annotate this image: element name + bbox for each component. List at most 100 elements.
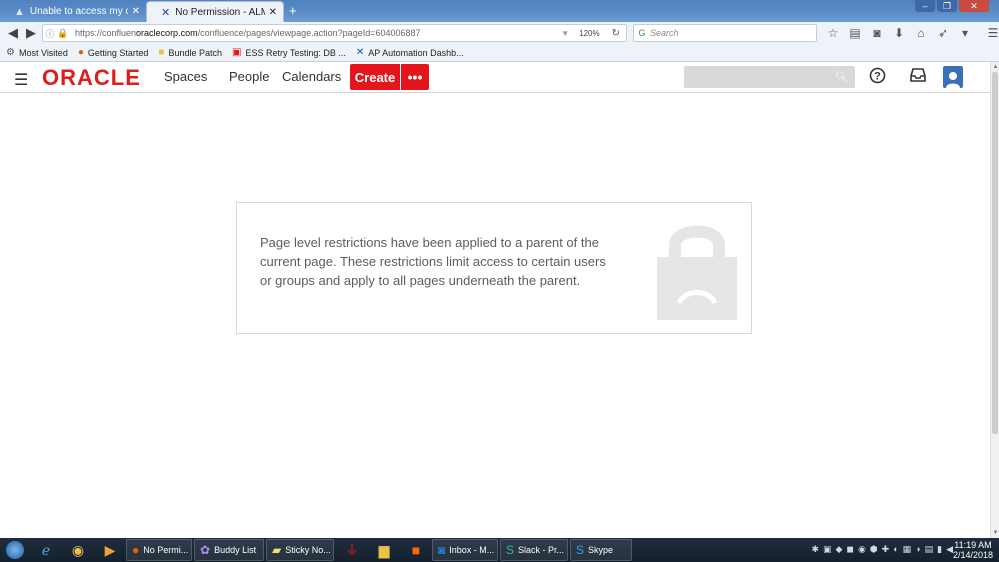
tray-icon[interactable]: ◑	[915, 544, 920, 555]
pocket-icon[interactable]: ◙	[866, 24, 888, 42]
minimize-button[interactable]: –	[915, 0, 935, 12]
tray-icon[interactable]: ◉	[858, 544, 866, 555]
tray-icon[interactable]: ▦	[903, 544, 912, 555]
padlock-icon	[657, 217, 737, 320]
taskbar-sticky-notes[interactable]: ▰ Sticky No...	[266, 539, 334, 561]
bookmarks-bar: ⚙ Most Visited ● Getting Started ■ Bundl…	[0, 44, 999, 62]
volume-icon[interactable]: ◀	[946, 544, 953, 555]
lock-icon[interactable]: 🔒	[57, 28, 69, 39]
taskbar-pidgin[interactable]: ✿ Buddy List	[194, 539, 264, 561]
bookmark-most-visited[interactable]: ⚙ Most Visited	[6, 47, 68, 58]
app-header: ☰ ORACLE Spaces People Calendars Create …	[0, 62, 990, 93]
firefox-icon: ●	[77, 47, 84, 58]
bookmark-star-icon[interactable]: ☆	[822, 24, 844, 42]
help-icon[interactable]: ?	[869, 67, 886, 88]
acrobat-icon[interactable]: ⏚	[336, 538, 368, 562]
reload-icon[interactable]: ↻	[606, 28, 626, 39]
home-icon[interactable]: ⌂	[910, 24, 932, 42]
clock-date: 2/14/2018	[952, 550, 993, 560]
scroll-up-arrow-icon[interactable]: ▲	[991, 62, 999, 72]
notifications-tray-icon[interactable]	[909, 67, 927, 87]
taskbar-firefox[interactable]: ● No Permi...	[126, 539, 192, 561]
nav-spaces[interactable]: Spaces	[164, 69, 207, 84]
info-icon[interactable]: ⓘ	[43, 27, 57, 40]
taskbar-skype[interactable]: S Skype	[570, 539, 632, 561]
reading-list-icon[interactable]: ▤	[844, 24, 866, 42]
url-text[interactable]: https://confluenoraclecorp.com/confluenc…	[69, 28, 557, 38]
oracle-logo[interactable]: ORACLE	[42, 65, 141, 91]
close-icon[interactable]: ✕	[132, 6, 140, 17]
dropdown-icon[interactable]: ▼	[557, 29, 573, 38]
nav-calendars[interactable]: Calendars	[282, 69, 341, 84]
system-tray: ✱ ▣ ◆ ◼ ◉ ⬢ ✚ ◐ ▦ ◑ ▤ ▮ ◀	[811, 544, 953, 555]
windows-taskbar: ℯ ◉ ▶ ● No Permi... ✿ Buddy List ▰ Stick…	[0, 538, 999, 562]
extension-icon[interactable]: ➶	[932, 24, 954, 42]
url-bar[interactable]: ⓘ 🔒 https://confluenoraclecorp.com/confl…	[42, 24, 627, 42]
tray-icon[interactable]: ◐	[893, 544, 898, 555]
network-icon[interactable]: ▮	[937, 544, 942, 555]
avatar[interactable]	[943, 66, 963, 88]
menu-icon[interactable]: ☰	[982, 24, 999, 42]
internet-explorer-icon[interactable]: ℯ	[30, 538, 62, 562]
create-button[interactable]: Create	[350, 64, 400, 90]
window-close-button[interactable]: ✕	[959, 0, 989, 12]
nav-people[interactable]: People	[229, 69, 269, 84]
bookmark-ap-automation[interactable]: ✕ AP Automation Dashb...	[356, 47, 464, 58]
search-engine-icon[interactable]: G	[634, 28, 650, 38]
tray-icon[interactable]: ⬢	[870, 544, 878, 555]
tab-no-permission[interactable]: ✕ No Permission - ALM Confl... ✕	[146, 1, 284, 22]
confluence-icon: ▲	[14, 5, 25, 18]
app-search-input[interactable]: 🔍︎	[684, 66, 855, 88]
chrome-icon[interactable]: ◉	[62, 538, 94, 562]
taskbar-outlook[interactable]: ◙ Inbox - M...	[432, 539, 498, 561]
tray-icon[interactable]: ◼	[846, 544, 853, 555]
browser-nav-bar: ◀ ▶ ⓘ 🔒 https://confluenoraclecorp.com/c…	[0, 22, 999, 44]
taskbar-slack[interactable]: S Slack - Pr...	[500, 539, 568, 561]
mi-icon[interactable]: ■	[400, 538, 432, 562]
firefox-icon: ●	[132, 543, 140, 557]
back-arrow-icon[interactable]: ◀	[4, 25, 22, 41]
tab-unable-to-access[interactable]: ▲ Unable to access my confl... ✕	[0, 1, 146, 22]
tray-icon[interactable]: ◆	[836, 544, 843, 555]
scrollbar-thumb[interactable]	[992, 72, 998, 434]
page-content: Page level restrictions have been applie…	[0, 93, 990, 538]
restore-button[interactable]: ❐	[937, 0, 957, 12]
skype-icon: S	[576, 543, 585, 557]
browser-toolbar: ☆ ▤ ◙ ⬇ ⌂ ➶ ▾ ☰	[822, 24, 999, 42]
tray-icon[interactable]: ▤	[925, 544, 934, 555]
tray-icon[interactable]: ✱	[811, 544, 819, 555]
tray-icon[interactable]: ▣	[823, 544, 832, 555]
start-button[interactable]	[0, 538, 30, 562]
confluence-x-icon: ✕	[161, 6, 171, 19]
gear-icon: ⚙	[6, 47, 15, 58]
overflow-chevron-icon[interactable]: ▾	[954, 24, 976, 42]
tray-icon[interactable]: ✚	[882, 544, 890, 555]
tab-title: Unable to access my confl...	[29, 6, 128, 17]
slack-icon: S	[506, 543, 515, 557]
svg-text:?: ?	[874, 71, 881, 83]
download-icon[interactable]: ⬇	[888, 24, 910, 42]
restriction-message: Page level restrictions have been applie…	[260, 235, 606, 288]
zoom-level[interactable]: 120%	[573, 29, 605, 38]
bookmark-getting-started[interactable]: ● Getting Started	[78, 47, 149, 58]
clock-time: 11:19 AM	[954, 540, 992, 550]
vertical-scrollbar[interactable]: ▲ ▼	[990, 62, 999, 538]
browser-tab-strip: ▲ Unable to access my confl... ✕ ✕ No Pe…	[0, 0, 999, 22]
restriction-notice: Page level restrictions have been applie…	[236, 202, 752, 334]
explorer-folder-icon[interactable]: ▆	[368, 538, 400, 562]
more-create-options-button[interactable]: •••	[401, 64, 429, 90]
scroll-down-arrow-icon[interactable]: ▼	[991, 528, 999, 538]
system-clock[interactable]: 11:19 AM 2/14/2018	[953, 540, 993, 560]
hamburger-menu-icon[interactable]: ☰	[14, 70, 28, 90]
close-icon[interactable]: ✕	[269, 7, 277, 18]
bookmark-ess-retry[interactable]: ▣ ESS Retry Testing: DB ...	[232, 47, 346, 58]
new-tab-button[interactable]: +	[289, 3, 297, 18]
confluence-x-icon: ✕	[355, 47, 365, 58]
oracle-icon: ▣	[232, 47, 242, 58]
browser-search-field[interactable]: G Search	[633, 24, 817, 42]
bookmark-bundle-patch[interactable]: ■ Bundle Patch	[158, 47, 222, 58]
forward-arrow-icon[interactable]: ▶	[22, 25, 40, 41]
media-player-icon[interactable]: ▶	[94, 538, 126, 562]
outlook-icon: ◙	[438, 543, 446, 557]
windows-logo-icon	[6, 541, 24, 559]
